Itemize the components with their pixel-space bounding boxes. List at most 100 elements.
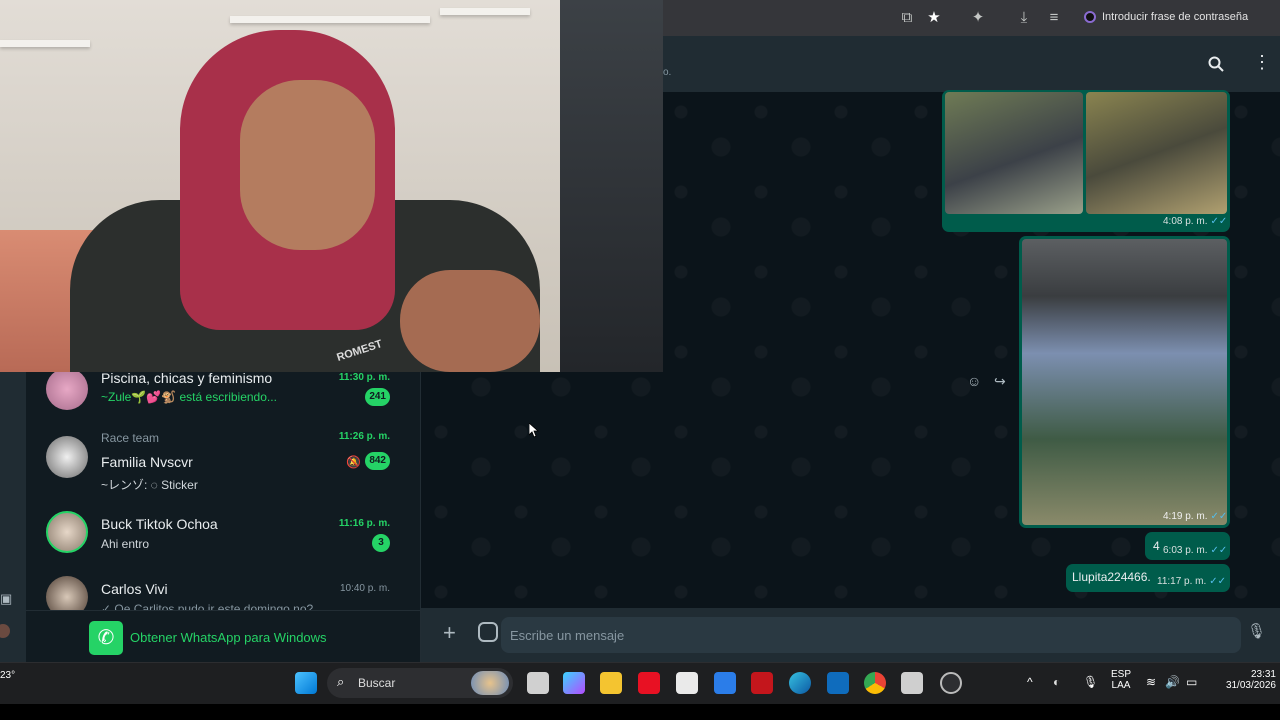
copilot-icon[interactable]	[563, 672, 585, 694]
message-time: 6:03 p. m. ✓✓	[1163, 545, 1228, 556]
app-l-icon[interactable]	[638, 672, 660, 694]
search-icon[interactable]	[1208, 56, 1224, 72]
task-view-icon[interactable]	[527, 672, 549, 694]
message-time: 4:19 p. m. ✓✓	[1163, 511, 1228, 522]
microphone-icon[interactable]: 🎙	[1083, 675, 1098, 689]
downloads-icon[interactable]: ⤓	[1015, 9, 1033, 27]
chat-preview: ✓ Oe Carlitos pudo ir este domingo no?	[101, 602, 314, 610]
nav-rail: ▣	[0, 372, 26, 662]
language-indicator[interactable]: ESP LAA	[1108, 669, 1134, 691]
snipping-tool-icon[interactable]	[901, 672, 923, 694]
password-button-label: Introducir frase de contraseña	[1102, 11, 1249, 23]
search-highlight-icon	[471, 671, 509, 695]
image-thumbnail[interactable]	[945, 92, 1083, 214]
battery-icon[interactable]: ▭	[1186, 675, 1197, 689]
clock-time: 23:31	[1250, 669, 1276, 680]
chat-time: 10:40 p. m.	[339, 583, 390, 594]
image-thumbnail[interactable]	[1022, 239, 1227, 525]
chat-time: 11:30 p. m.	[338, 372, 390, 383]
chat-avatar	[46, 436, 88, 478]
chat-preview: Ahi entro	[101, 537, 150, 551]
clock[interactable]: 23:31 31/03/2026	[1212, 669, 1276, 691]
chat-community: Race team	[101, 431, 160, 445]
message-text-3[interactable]: 4 6:03 p. m. ✓✓	[1145, 532, 1230, 560]
tray-app-icon[interactable]: ◐	[1053, 675, 1060, 689]
unread-badge: 241	[365, 388, 390, 406]
chat-name: Buck Tiktok Ochoa	[101, 516, 218, 532]
chat-name: Carlos Vivi	[101, 581, 168, 597]
file-explorer-icon[interactable]	[600, 672, 622, 694]
weather-widget[interactable]: 23°	[0, 670, 15, 681]
tray-overflow-icon[interactable]: ^	[1027, 675, 1033, 689]
message-text-4[interactable]: Llupita224466. 11:17 p. m. ✓✓	[1066, 564, 1230, 592]
webcam-shelf	[0, 40, 90, 47]
screen-bottom-bar	[0, 704, 1280, 720]
settings-icon[interactable]	[940, 672, 962, 694]
message-text: 4	[1153, 539, 1160, 553]
install-app-icon[interactable]: ⧉	[898, 9, 916, 27]
clock-date: 31/03/2026	[1225, 680, 1276, 691]
message-text: Llupita224466.	[1072, 570, 1151, 584]
chat-preview: ~Zule🌱💕🐒 está escribiendo...	[101, 390, 277, 404]
profile-avatar[interactable]	[0, 624, 10, 638]
sticker-icon[interactable]	[478, 622, 498, 642]
media-icon[interactable]: ▣	[0, 591, 12, 607]
message-time: 4:08 p. m. ✓✓	[1163, 216, 1228, 227]
outlook-icon[interactable]	[827, 672, 849, 694]
chat-time: 11:16 p. m.	[338, 518, 390, 529]
message-images-1[interactable]: 4:08 p. m. ✓✓	[942, 90, 1230, 232]
webcam-overlay: ROMEST	[0, 0, 663, 372]
unread-badge: 3	[372, 534, 390, 552]
bookmark-star-icon[interactable]: ★	[925, 9, 943, 27]
get-whatsapp-link[interactable]: Obtener WhatsApp para Windows	[130, 630, 327, 645]
chat-time: 11:26 p. m.	[338, 431, 390, 442]
image-thumbnail[interactable]	[1086, 92, 1227, 214]
attach-plus-icon[interactable]: +	[443, 622, 456, 644]
webcam-shelf	[230, 16, 430, 23]
chat-list-item[interactable]: Race team 11:26 p. m. Familia Nvscvr 🔕 8…	[26, 424, 420, 500]
app-blue-icon[interactable]	[714, 672, 736, 694]
chat-avatar	[46, 576, 88, 610]
chat-name: Familia Nvscvr	[101, 454, 193, 470]
header-hint: o.	[663, 67, 672, 78]
message-composer: + Escribe un mensaje 🎙	[421, 608, 1280, 662]
chrome-icon[interactable]	[864, 672, 886, 694]
microsoft-store-icon[interactable]	[676, 672, 698, 694]
wifi-icon[interactable]: ≋	[1146, 675, 1156, 689]
reading-list-icon[interactable]: ≡	[1045, 9, 1063, 27]
webcam-person-arm	[400, 270, 540, 372]
chat-name: Piscina, chicas y feminismo	[101, 370, 273, 386]
message-input[interactable]: Escribe un mensaje	[501, 617, 1241, 653]
mouse-cursor-icon	[529, 423, 539, 438]
chat-list-item[interactable]: Buck Tiktok Ochoa 11:16 p. m. Ahi entro …	[26, 508, 420, 584]
get-whatsapp-banner[interactable]: ✆ Obtener WhatsApp para Windows	[26, 610, 420, 662]
edge-icon[interactable]	[789, 672, 811, 694]
menu-kebab-icon[interactable]: ⋮	[1253, 53, 1271, 71]
whatsapp-icon: ✆	[89, 621, 123, 655]
unread-badge: 842	[365, 452, 390, 470]
webcam-shelf	[440, 8, 530, 15]
microphone-icon[interactable]: 🎙	[1247, 622, 1266, 644]
message-time: 11:17 p. m. ✓✓	[1157, 576, 1227, 587]
forward-icon[interactable]: ↪	[994, 373, 1006, 390]
language-code: ESP	[1110, 669, 1131, 680]
mcafee-icon[interactable]	[751, 672, 773, 694]
webcam-person-face	[240, 80, 375, 250]
search-icon: ⌕	[337, 674, 345, 689]
windows-start-icon[interactable]	[295, 672, 317, 694]
volume-icon[interactable]: 🔊	[1165, 675, 1180, 689]
chat-header: o. ⋮	[663, 36, 1280, 92]
webcam-doorway	[560, 0, 663, 372]
taskbar-search-label: Buscar	[358, 676, 396, 690]
extensions-icon[interactable]: ✦	[969, 9, 987, 27]
browser-toolbar: ⧉ ★ ✦ ⤓ ≡ Introducir frase de contraseña	[663, 0, 1280, 36]
chat-list-item[interactable]: Carlos Vivi 10:40 p. m. ✓ Oe Carlitos pu…	[26, 574, 420, 610]
profile-icon	[1084, 11, 1096, 23]
chat-avatar	[46, 368, 88, 410]
message-image-2[interactable]: 4:19 p. m. ✓✓	[1019, 236, 1230, 528]
muted-bell-icon: 🔕	[346, 455, 361, 469]
password-passphrase-button[interactable]: Introducir frase de contraseña	[1078, 5, 1254, 29]
keyboard-layout: LAA	[1111, 680, 1131, 691]
react-emoji-icon[interactable]: ☺	[967, 373, 981, 389]
taskbar-search[interactable]: ⌕ Buscar	[327, 668, 513, 698]
